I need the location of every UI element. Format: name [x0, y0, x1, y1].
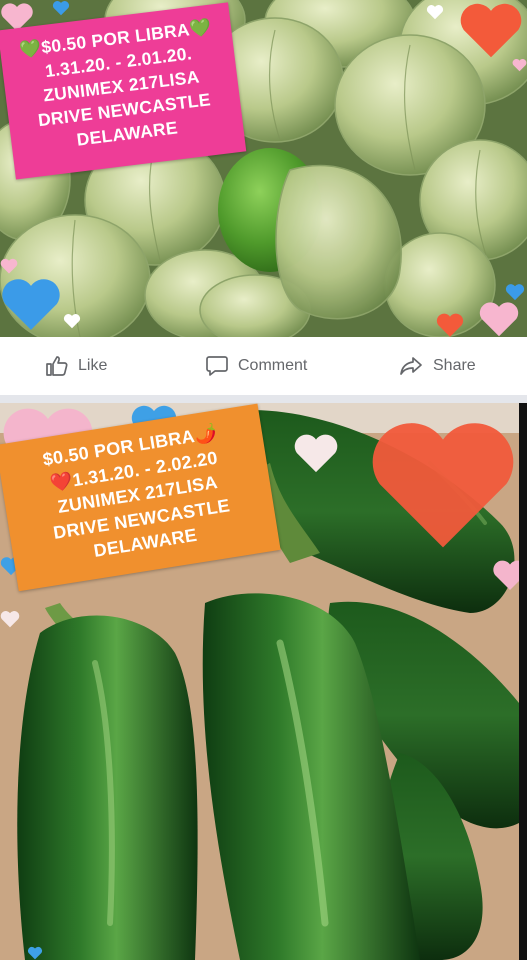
sticker-text: $0.50 POR LIBRA🌶️ ❤️1.31.20. - 2.02.20 Z… [0, 413, 278, 575]
tomatillo-photo[interactable]: 💚$0.50 POR LIBRA💚 1.31.20. - 2.01.20. ZU… [0, 0, 527, 337]
heart-icon [479, 302, 519, 337]
heart-icon [460, 3, 522, 58]
heart-icon [27, 946, 43, 960]
heart-icon [505, 284, 525, 301]
comment-button[interactable]: Comment [204, 353, 307, 379]
heart-icon [493, 560, 519, 590]
like-icon [46, 356, 68, 376]
heart-icon [0, 610, 20, 628]
share-label: Share [433, 357, 476, 374]
share-button[interactable]: Share [397, 353, 476, 379]
heart-icon [372, 423, 514, 548]
heart-icon [0, 258, 18, 274]
post-divider [0, 395, 527, 403]
screen-edge [519, 403, 527, 960]
comment-icon [206, 356, 228, 376]
heart-icon [63, 314, 81, 329]
heart-icon [512, 58, 527, 72]
share-icon [400, 357, 422, 375]
heart-icon [436, 313, 464, 337]
sticker-text: 💚$0.50 POR LIBRA💚 1.31.20. - 2.01.20. ZU… [0, 12, 244, 159]
comment-label: Comment [238, 357, 308, 374]
heart-icon [294, 434, 338, 473]
like-button[interactable]: Like [44, 353, 107, 379]
heart-icon [2, 279, 60, 330]
post-action-bar: Like Comment Share [0, 337, 527, 396]
heart-icon [52, 1, 70, 16]
price-sticker: 💚$0.50 POR LIBRA💚 1.31.20. - 2.01.20. ZU… [0, 2, 247, 180]
like-label: Like [78, 357, 108, 374]
heart-icon [426, 5, 444, 20]
